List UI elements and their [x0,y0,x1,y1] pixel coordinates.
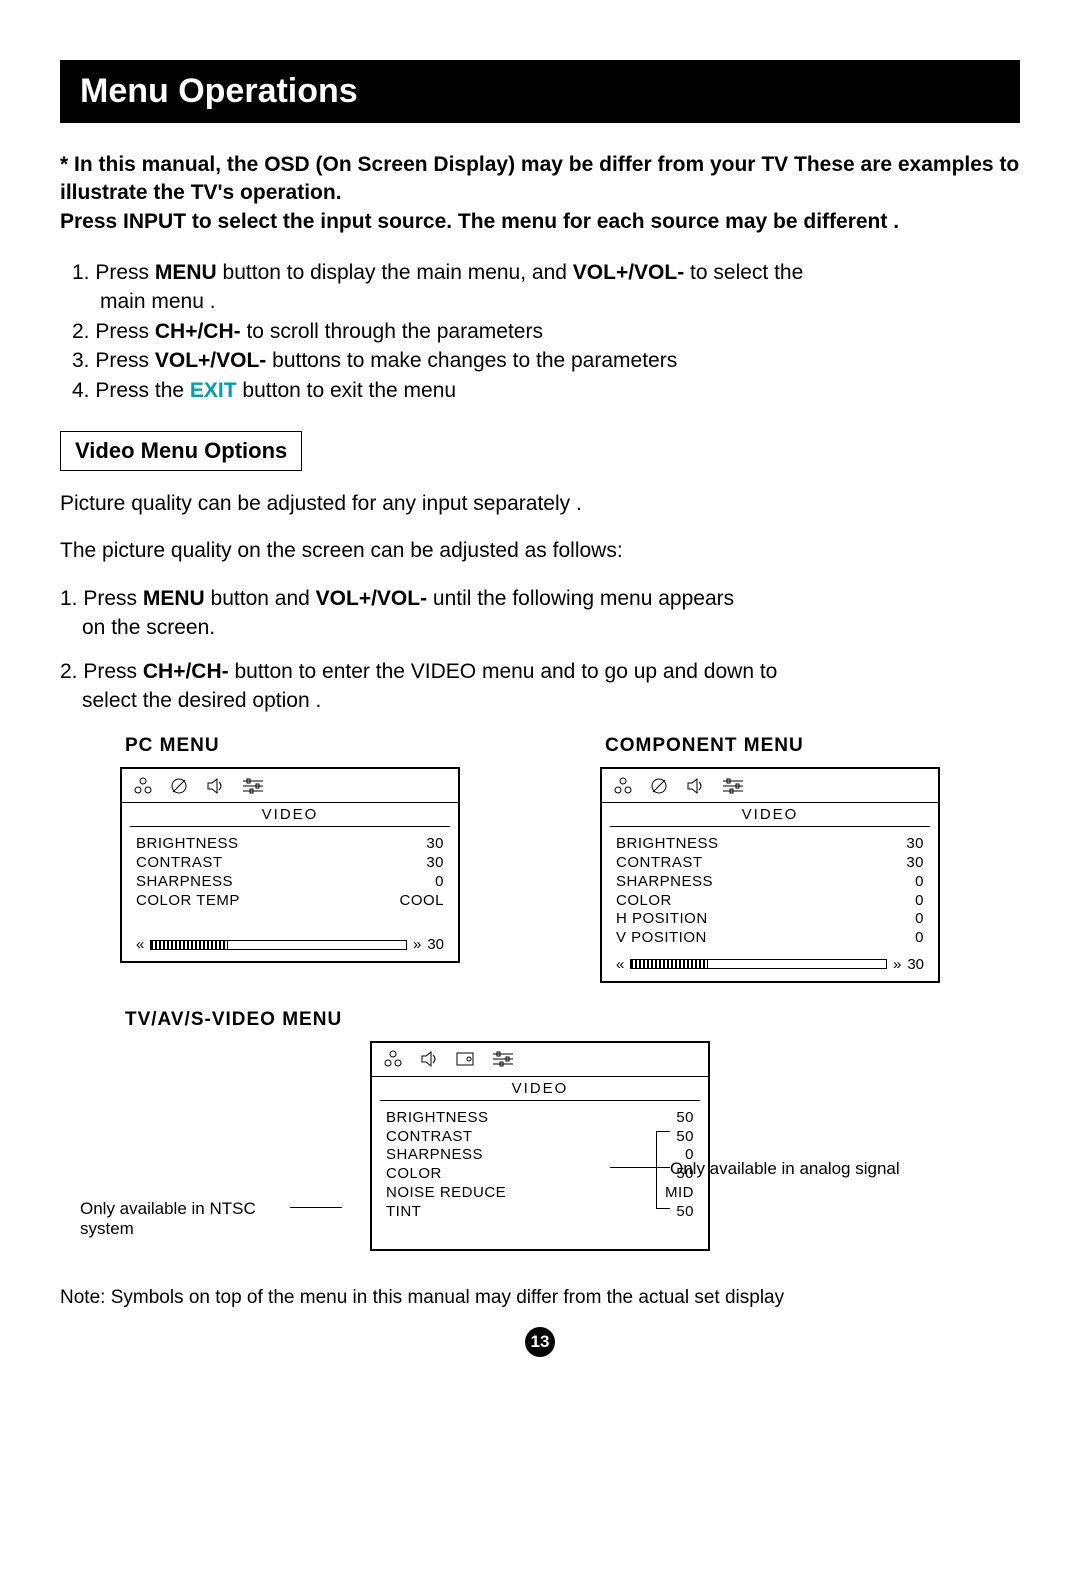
component-osd: VIDEO BRIGHTNESS30 CONTRAST30 SHARPNESS0… [600,767,940,983]
video-icon [382,1049,404,1069]
speaker-icon [684,776,706,796]
setup-icon [490,1049,516,1069]
osd-row: BRIGHTNESS50 [386,1109,694,1128]
intro-line2: Press INPUT to select the input source. … [60,210,899,233]
arrow-left-icon [616,956,624,973]
page-number-badge: 13 [525,1327,555,1357]
osd-row: SHARPNESS0 [386,1146,694,1165]
step-3: 3. Press VOL+/VOL- buttons to make chang… [72,346,1020,375]
osd-row: CONTRAST50 [386,1128,694,1147]
audio-icon [648,776,670,796]
video-steps: 1. Press MENU button and VOL+/VOL- until… [60,584,1020,716]
para-1: Picture quality can be adjusted for any … [60,489,1020,518]
slider-value: 30 [907,956,924,973]
osd-row: H POSITION0 [616,910,924,929]
step-4: 4. Press the EXIT button to exit the men… [72,376,1020,405]
exit-label: EXIT [190,379,237,402]
arrow-left-icon [136,936,144,953]
basic-steps: 1. Press MENU button to display the main… [72,258,1020,405]
osd-icons [372,1043,708,1077]
page-number: 13 [60,1327,1020,1357]
osd-row: CONTRAST30 [136,854,444,873]
tvav-menu-label: TV/AV/S-VIDEO MENU [125,1009,1020,1031]
osd-row: COLOR0 [616,892,924,911]
intro-line1: * In this manual, the OSD (On Screen Dis… [60,153,1019,204]
osd-row: SHARPNESS0 [616,873,924,892]
vstep-1-cont: on the screen. [60,613,1020,642]
arrow-right-icon [893,956,901,973]
slider-track [630,959,887,969]
setup-icon [240,776,266,796]
osd-heading: VIDEO [602,803,938,826]
video-icon [612,776,634,796]
pc-menu-label: PC MENU [125,735,540,757]
osd-heading: VIDEO [122,803,458,826]
component-menu-label: COMPONENT MENU [605,735,1020,757]
vstep-2-cont: select the desired option . [60,686,1020,715]
osd-row: COLOR TEMPCOOL [136,892,444,911]
osd-slider: 30 [122,930,458,961]
callout-ntsc: Only available in NTSC system [80,1199,290,1240]
osd-row: NOISE REDUCEMID [386,1184,694,1203]
osd-row: BRIGHTNESS30 [616,835,924,854]
page-title: Menu Operations [60,60,1020,123]
osd-icons [602,769,938,803]
para-2: The picture quality on the screen can be… [60,536,1020,565]
tv-icon [454,1049,476,1069]
slider-track [150,940,407,950]
osd-row: TINT50 [386,1203,694,1222]
vstep-1: 1. Press MENU button and VOL+/VOL- until… [60,584,1020,613]
video-icon [132,776,154,796]
intro-text: * In this manual, the OSD (On Screen Dis… [60,151,1020,236]
footer-note: Note: Symbols on top of the menu in this… [60,1287,1020,1309]
osd-icons [122,769,458,803]
audio-icon [168,776,190,796]
arrow-right-icon [413,936,421,953]
step-1: 1. Press MENU button to display the main… [72,258,1020,287]
setup-icon [720,776,746,796]
pc-osd: VIDEO BRIGHTNESS30 CONTRAST30 SHARPNESS0… [120,767,460,963]
osd-row: SHARPNESS0 [136,873,444,892]
slider-value: 30 [427,936,444,953]
osd-slider: 30 [602,950,938,981]
step-2: 2. Press CH+/CH- to scroll through the p… [72,317,1020,346]
osd-row: V POSITION0 [616,929,924,948]
speaker-icon [204,776,226,796]
osd-row: BRIGHTNESS30 [136,835,444,854]
speaker-icon [418,1049,440,1069]
osd-heading: VIDEO [372,1077,708,1100]
vstep-2: 2. Press CH+/CH- button to enter the VID… [60,657,1020,686]
section-heading: Video Menu Options [60,431,302,471]
osd-row: CONTRAST30 [616,854,924,873]
callout-analog: Only available in analog signal [670,1159,950,1179]
osd-row: COLOR50 [386,1165,694,1184]
step-1-cont: main menu . [72,287,1020,316]
